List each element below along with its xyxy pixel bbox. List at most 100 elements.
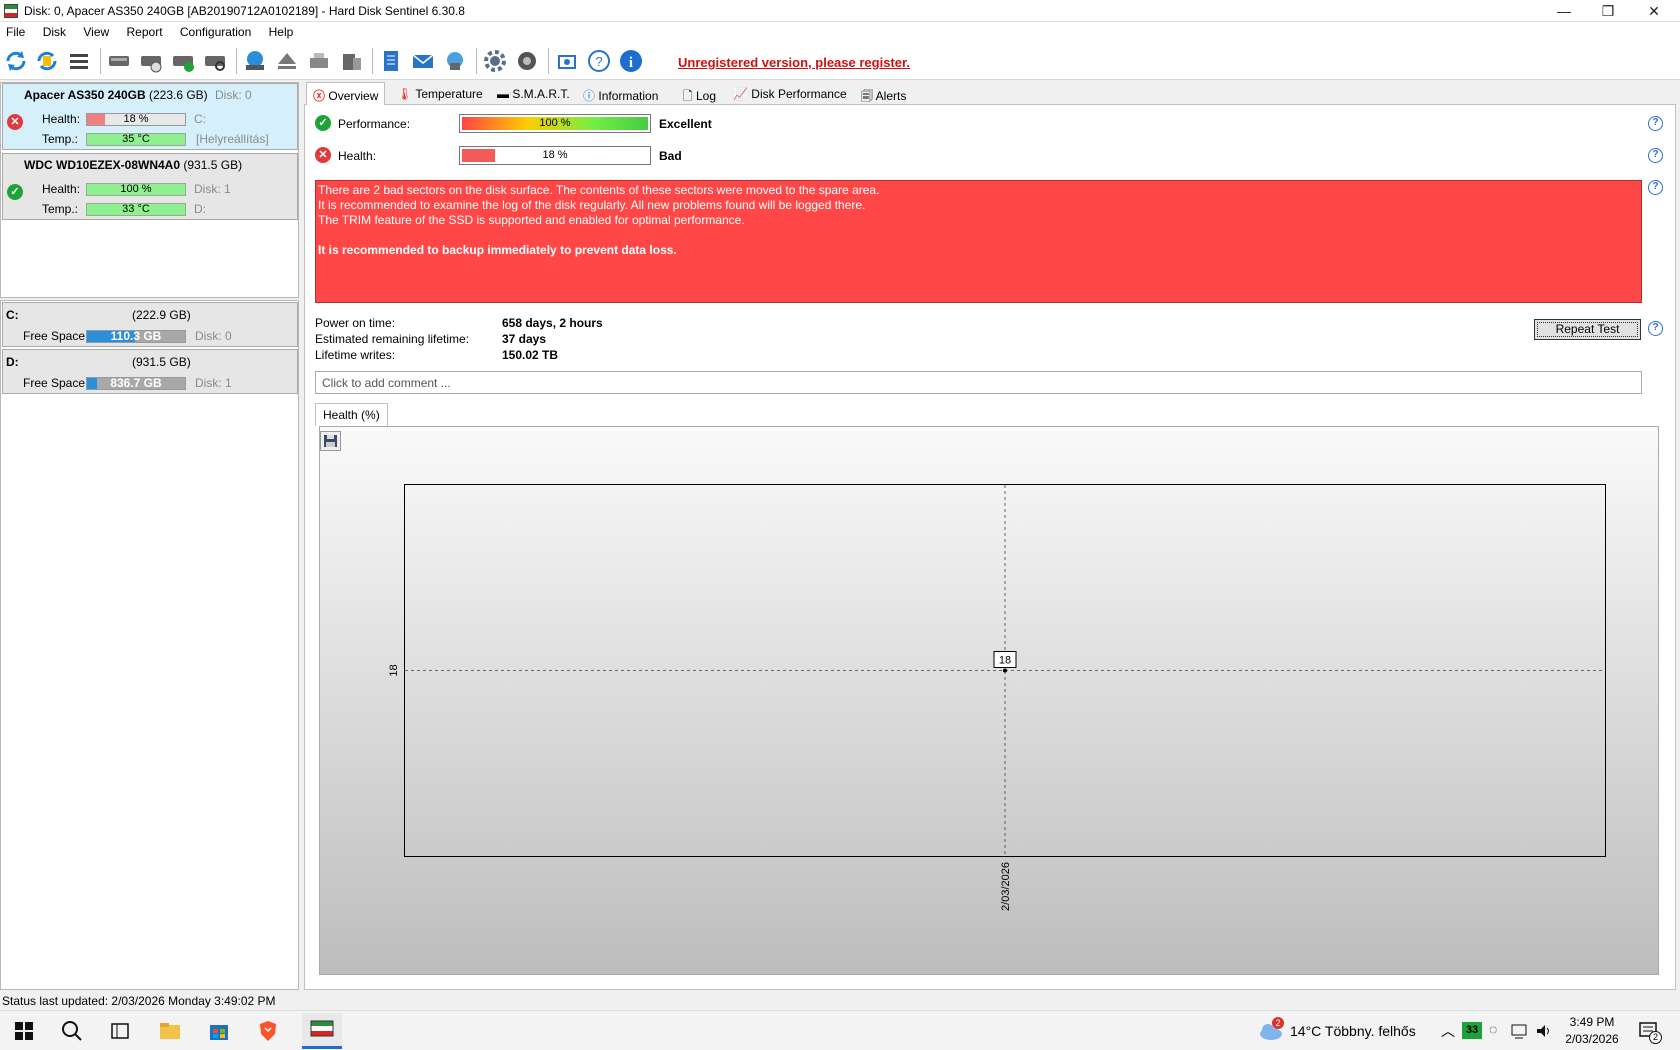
health-message-box: There are 2 bad sectors on the disk surf… bbox=[315, 180, 1642, 303]
task-view-icon[interactable] bbox=[108, 1019, 132, 1043]
repeat-test-button[interactable]: Repeat Test bbox=[1534, 319, 1641, 340]
message-warning: It is recommended to backup immediately … bbox=[318, 243, 677, 257]
volume-disk: Disk: 0 bbox=[195, 329, 232, 343]
temp-label: Temp.: bbox=[42, 202, 79, 216]
meet-now-icon[interactable]: ◌ bbox=[1489, 1021, 1497, 1037]
menu-configuration[interactable]: Configuration bbox=[174, 22, 259, 39]
close-button[interactable]: ✕ bbox=[1632, 0, 1676, 22]
network-tray-icon[interactable] bbox=[1510, 1022, 1528, 1040]
log-icon: 🗋 bbox=[683, 89, 693, 103]
store-icon[interactable] bbox=[207, 1019, 231, 1043]
tab-temperature[interactable]: 🌡 Temperature bbox=[390, 82, 490, 104]
help-icon[interactable]: ? bbox=[586, 48, 612, 74]
weather-text[interactable]: 14°C Többny. felhős bbox=[1290, 1023, 1416, 1039]
tab-overview[interactable]: ⓧ Overview bbox=[306, 82, 386, 105]
volume-list-panel bbox=[0, 300, 299, 990]
disk-item-0[interactable]: Apacer AS350 240GB (223.6 GB) Disk: 0 ✕ … bbox=[2, 83, 298, 150]
health-label: Health: bbox=[338, 149, 377, 163]
disk-size: (223.6 GB) bbox=[148, 88, 208, 102]
health-value: 100 % bbox=[120, 183, 152, 195]
windows-start-icon[interactable] bbox=[12, 1019, 36, 1043]
volume-item-c[interactable]: C: (222.9 GB) Free Space 110.3 GB Disk: … bbox=[2, 302, 298, 347]
help-icon[interactable]: ? bbox=[1648, 116, 1663, 131]
drive-icon[interactable] bbox=[106, 48, 132, 74]
info-icon[interactable]: i bbox=[618, 48, 644, 74]
lifetime-writes-label: Lifetime writes: bbox=[315, 348, 396, 362]
status-bad-icon: ✕ bbox=[7, 114, 23, 130]
tab-smart[interactable]: ▬ S.M.A.R.T. bbox=[490, 82, 577, 104]
disk-number: Disk: 1 bbox=[194, 182, 231, 196]
tab-label: S.M.A.R.T. bbox=[512, 87, 570, 101]
report-icon[interactable] bbox=[378, 48, 404, 74]
volume-icon[interactable] bbox=[1535, 1022, 1553, 1040]
help-icon[interactable]: ? bbox=[1648, 148, 1663, 163]
toolbar-separator bbox=[476, 48, 477, 74]
temp-bar: 33 °C bbox=[86, 203, 186, 216]
power-on-value: 658 days, 2 hours bbox=[502, 316, 603, 330]
temp-label: Temp.: bbox=[42, 132, 79, 146]
settings-icon[interactable] bbox=[482, 48, 508, 74]
tab-label: Information bbox=[598, 89, 659, 103]
drive-schedule-icon[interactable] bbox=[138, 48, 164, 74]
register-link[interactable]: Unregistered version, please register. bbox=[678, 55, 910, 70]
hdsentinel-tray-badge[interactable]: 33 bbox=[1462, 1022, 1482, 1039]
menu-help[interactable]: Help bbox=[263, 22, 302, 39]
disk-list-icon[interactable] bbox=[66, 48, 92, 74]
drive-check-icon[interactable] bbox=[170, 48, 196, 74]
menu-report[interactable]: Report bbox=[121, 22, 171, 39]
network-icon[interactable] bbox=[442, 48, 468, 74]
tab-health-chart[interactable]: Health (%) bbox=[315, 403, 388, 426]
email-icon[interactable] bbox=[410, 48, 436, 74]
menu-view[interactable]: View bbox=[77, 22, 117, 39]
performance-rating: Excellent bbox=[659, 117, 712, 131]
volume-item-d[interactable]: D: (931.5 GB) Free Space 836.7 GB Disk: … bbox=[2, 349, 298, 394]
brave-browser-icon[interactable] bbox=[256, 1019, 280, 1043]
save-chart-button[interactable] bbox=[320, 431, 341, 451]
tab-alerts[interactable]: 🗐 Alerts bbox=[854, 82, 913, 104]
free-space-bar: 110.3 GB bbox=[86, 330, 186, 343]
free-space-label: Free Space bbox=[23, 376, 86, 390]
health-label: Health: bbox=[42, 112, 81, 126]
disk-item-1[interactable]: WDC WD10EZEX-08WN4A0 (931.5 GB) ✓ Health… bbox=[2, 153, 298, 220]
disk-number: Disk: 0 bbox=[215, 88, 252, 102]
clock-time[interactable]: 3:49 PM bbox=[1560, 1015, 1624, 1029]
screenshot-icon[interactable] bbox=[554, 48, 580, 74]
minimize-button[interactable]: — bbox=[1542, 0, 1586, 22]
tab-disk-performance[interactable]: 📈 Disk Performance bbox=[726, 82, 854, 104]
drive-search-icon[interactable] bbox=[202, 48, 228, 74]
power-on-label: Power on time: bbox=[315, 316, 396, 330]
tab-log[interactable]: 🗋 Log bbox=[676, 82, 723, 104]
performance-ok-icon: ✓ bbox=[315, 115, 331, 131]
menu-bar: File Disk View Report Configuration Help bbox=[0, 22, 1680, 42]
volume-disk: Disk: 1 bbox=[195, 376, 232, 390]
tray-chevron-icon[interactable]: ︿ bbox=[1441, 1021, 1455, 1041]
remaining-lifetime-value: 37 days bbox=[502, 332, 547, 346]
file-explorer-icon[interactable] bbox=[158, 1019, 182, 1043]
help-icon[interactable]: ? bbox=[1648, 180, 1663, 195]
disk-extra-status: [Helyreállítás] bbox=[196, 132, 269, 146]
refresh-all-icon[interactable] bbox=[34, 48, 60, 74]
comment-field[interactable]: Click to add comment ... bbox=[315, 371, 1642, 394]
tab-information[interactable]: ⓘ Information bbox=[576, 82, 665, 104]
free-space-value: 110.3 GB bbox=[110, 329, 162, 343]
tab-label: Alerts bbox=[875, 89, 907, 103]
search-icon[interactable] bbox=[60, 1019, 84, 1043]
network-drive-icon[interactable] bbox=[242, 48, 268, 74]
tab-label: Disk Performance bbox=[751, 87, 847, 101]
clock-date[interactable]: 2/03/2026 bbox=[1560, 1032, 1624, 1046]
sound-icon[interactable] bbox=[514, 48, 540, 74]
menu-file[interactable]: File bbox=[0, 22, 33, 39]
app-icon bbox=[4, 4, 18, 18]
health-chart: 18 18 2/03/2026 bbox=[388, 485, 1605, 911]
menu-disk[interactable]: Disk bbox=[37, 22, 74, 39]
usb-drive-icon[interactable] bbox=[306, 48, 332, 74]
maximize-button[interactable]: ❐ bbox=[1586, 0, 1630, 22]
help-icon[interactable]: ? bbox=[1648, 321, 1663, 336]
disk-model: Apacer AS350 240GB bbox=[24, 88, 146, 102]
message-line: The TRIM feature of the SSD is supported… bbox=[318, 213, 745, 227]
taskbar-hdsentinel[interactable] bbox=[302, 1013, 342, 1049]
temp-value: 35 °C bbox=[122, 133, 150, 145]
external-drive-icon[interactable] bbox=[338, 48, 364, 74]
eject-icon[interactable] bbox=[274, 48, 300, 74]
refresh-icon[interactable] bbox=[3, 48, 29, 74]
